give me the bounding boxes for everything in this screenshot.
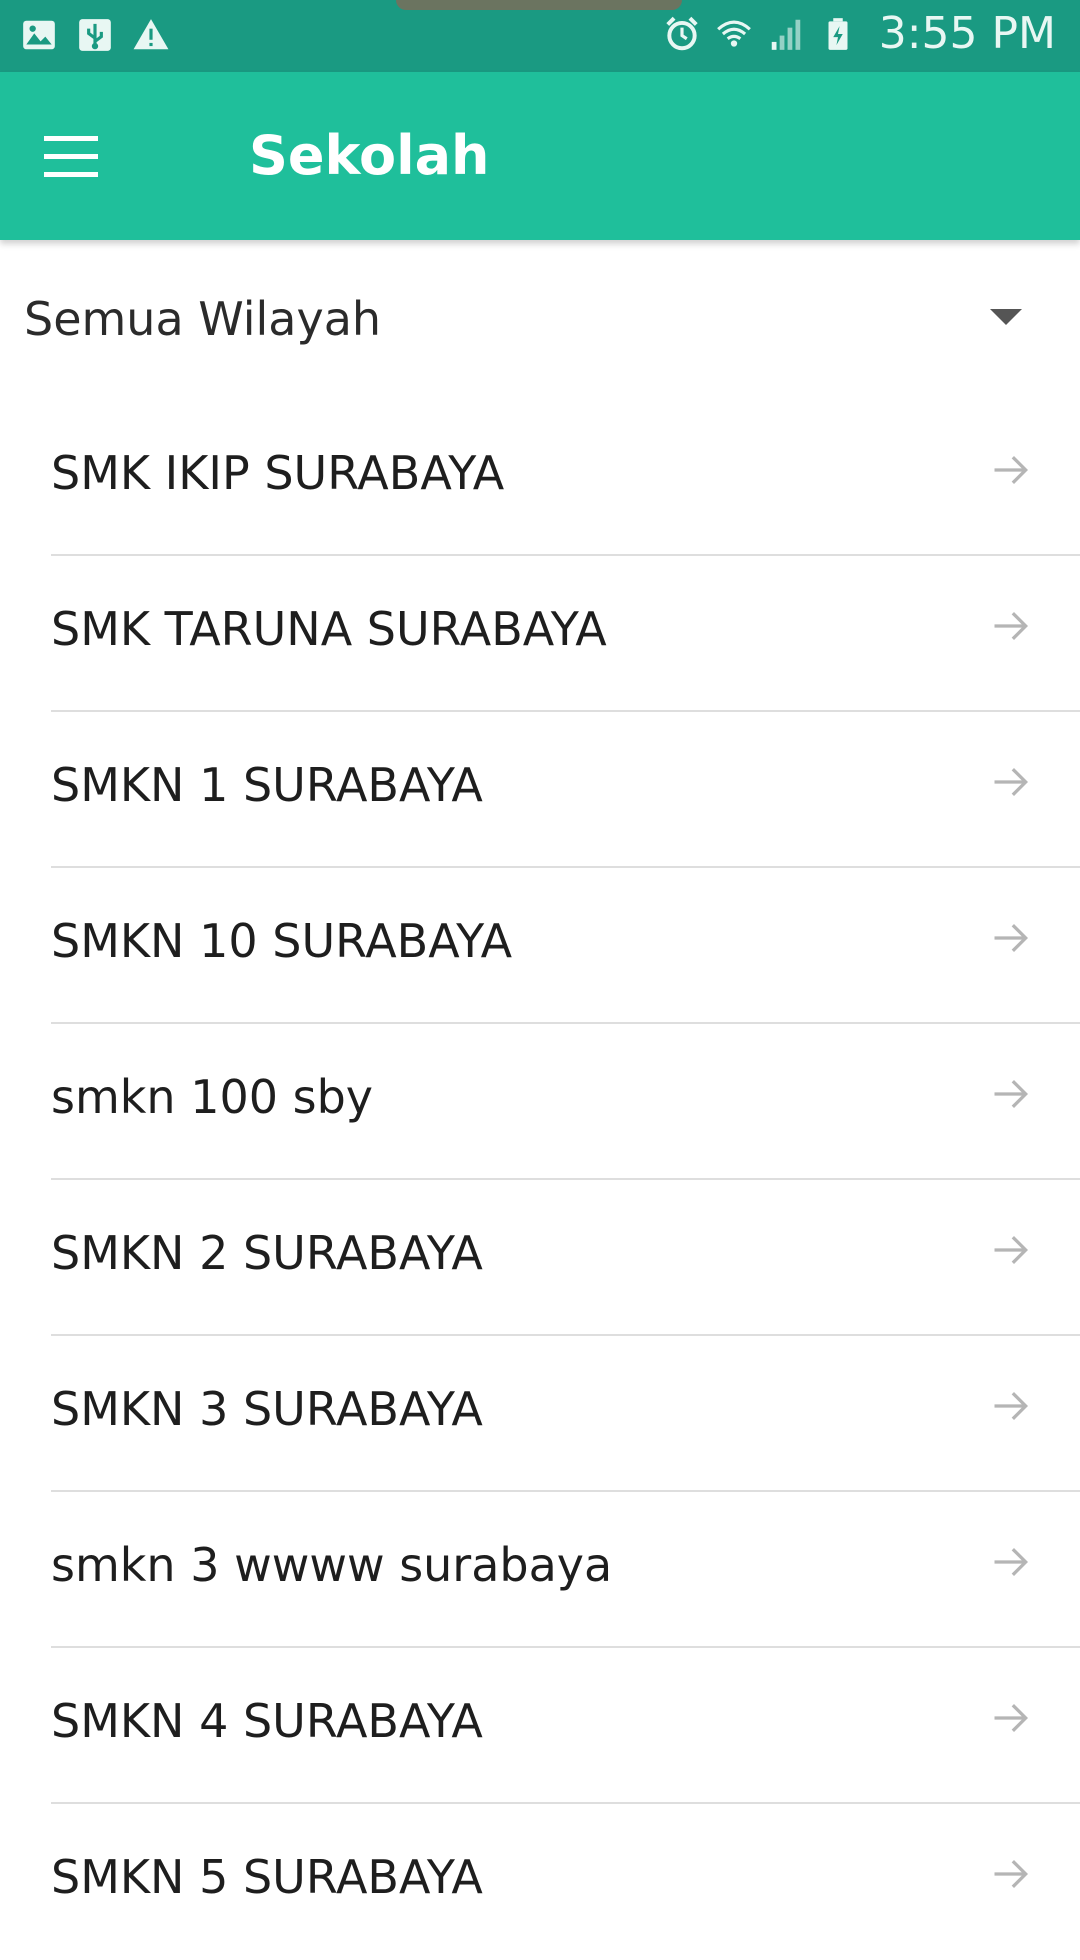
school-name: SMKN 4 SURABAYA [51, 1694, 483, 1748]
hamburger-menu-icon[interactable] [44, 136, 100, 178]
list-item[interactable]: SMKN 5 SURABAYA [51, 1804, 1080, 1960]
dropdown-arrow-icon [990, 309, 1022, 325]
list-item[interactable]: SMKN 10 SURABAYA [51, 868, 1080, 1024]
list-item[interactable]: SMKN 4 SURABAYA [51, 1648, 1080, 1804]
list-item[interactable]: SMKN 3 SURABAYA [51, 1336, 1080, 1492]
list-item[interactable]: SMKN 1 SURABAYA [51, 712, 1080, 868]
status-right-icons: 3:55 PM [663, 8, 1056, 59]
camera-notch [396, 0, 682, 10]
status-left-icons [20, 16, 170, 54]
signal-icon [771, 19, 800, 50]
arrow-right-icon [994, 1547, 1029, 1577]
status-bar: 3:55 PM [0, 0, 1080, 72]
school-name: smkn 3 wwww surabaya [51, 1538, 613, 1592]
image-icon [23, 20, 55, 50]
arrow-right-icon [994, 923, 1029, 953]
list-item[interactable]: smkn 3 wwww surabaya [51, 1492, 1080, 1648]
alarm-icon [666, 16, 698, 50]
list-item[interactable]: SMK TARUNA SURABAYA [51, 556, 1080, 712]
arrow-right-icon [994, 611, 1029, 641]
region-dropdown[interactable]: Semua Wilayah [0, 266, 1080, 366]
school-name: SMKN 1 SURABAYA [51, 758, 483, 812]
school-name: SMKN 3 SURABAYA [51, 1382, 483, 1436]
warning-icon [133, 19, 169, 50]
school-name: SMKN 5 SURABAYA [51, 1850, 483, 1904]
arrow-right-icon [994, 1079, 1029, 1109]
school-name: smkn 100 sby [51, 1070, 373, 1124]
arrow-right-icon [994, 455, 1029, 485]
region-selected-value: Semua Wilayah [24, 292, 382, 346]
page-title: Sekolah [249, 124, 490, 187]
arrow-right-icon [994, 1859, 1029, 1889]
school-name: SMK IKIP SURABAYA [51, 446, 505, 500]
battery-charging-icon [828, 17, 848, 50]
school-list: SMK IKIP SURABAYA SMK TARUNA SURABAYA SM… [0, 400, 1080, 1960]
arrow-right-icon [994, 1391, 1029, 1421]
status-time: 3:55 PM [878, 8, 1056, 59]
app-bar: Sekolah [0, 72, 1080, 240]
list-item[interactable]: SMKN 2 SURABAYA [51, 1180, 1080, 1336]
arrow-right-icon [994, 767, 1029, 797]
usb-icon [79, 19, 111, 51]
arrow-right-icon [994, 1703, 1029, 1733]
school-name: SMK TARUNA SURABAYA [51, 602, 607, 656]
school-name: SMKN 10 SURABAYA [51, 914, 513, 968]
list-item[interactable]: smkn 100 sby [51, 1024, 1080, 1180]
list-item[interactable]: SMK IKIP SURABAYA [51, 400, 1080, 556]
school-name: SMKN 2 SURABAYA [51, 1226, 483, 1280]
wifi-icon [716, 20, 751, 47]
arrow-right-icon [994, 1235, 1029, 1265]
